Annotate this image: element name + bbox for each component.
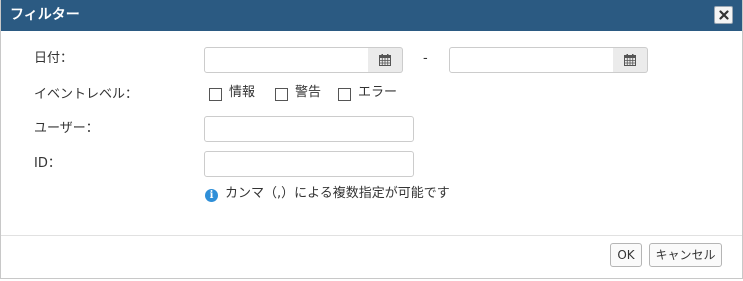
user-input[interactable] (204, 116, 414, 142)
date-range-separator: - (423, 51, 428, 66)
checkbox-info[interactable] (209, 88, 222, 101)
checkbox-error-label: エラー (358, 85, 398, 100)
date-from-input[interactable] (204, 47, 369, 73)
cancel-button[interactable]: キャンセル (649, 243, 722, 267)
footer-divider (1, 235, 742, 236)
checkbox-warning-label: 警告 (295, 85, 322, 100)
id-input[interactable] (204, 151, 414, 177)
checkbox-warning[interactable] (275, 88, 288, 101)
filter-dialog: フィルター 日付： - イベントレベル： 情報 警告 エラー ユーザー： ID：… (0, 0, 743, 279)
user-label: ユーザー： (34, 121, 99, 136)
event-level-label: イベントレベル： (34, 87, 139, 102)
dialog-titlebar: フィルター (1, 0, 742, 31)
calendar-icon (624, 54, 636, 66)
date-from-calendar-button[interactable] (368, 47, 403, 73)
id-hint-text: カンマ（,）による複数指定が可能です (225, 186, 450, 201)
close-button[interactable] (714, 6, 733, 24)
checkbox-error[interactable] (338, 88, 351, 101)
id-label: ID： (34, 156, 61, 171)
dialog-title: フィルター (10, 7, 80, 23)
close-icon (719, 10, 729, 20)
ok-button[interactable]: OK (610, 243, 642, 267)
calendar-icon (379, 54, 391, 66)
checkbox-info-label: 情報 (229, 85, 256, 100)
info-icon: i (205, 189, 218, 202)
date-to-input[interactable] (449, 47, 614, 73)
date-label: 日付： (34, 51, 74, 66)
date-to-calendar-button[interactable] (613, 47, 648, 73)
